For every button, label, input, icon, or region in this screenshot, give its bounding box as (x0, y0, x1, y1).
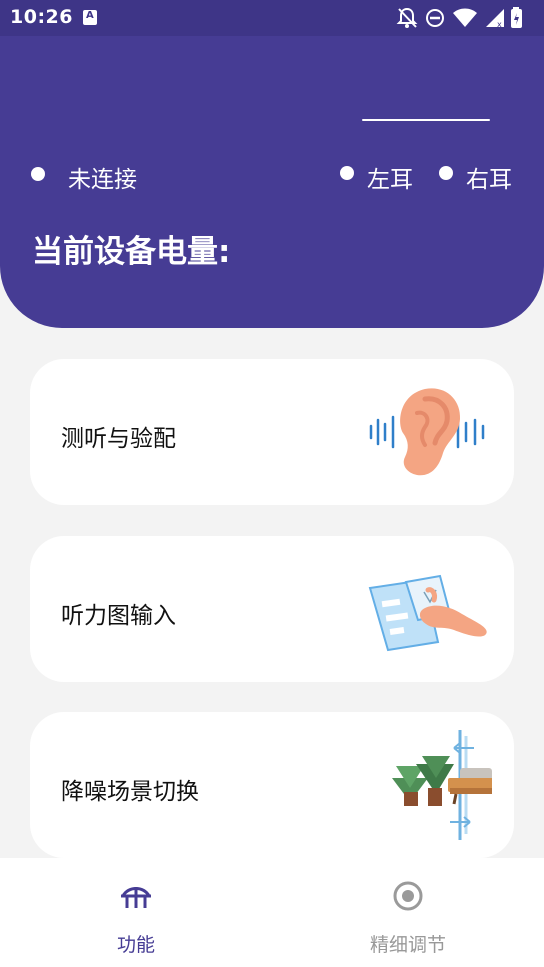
wifi-icon (453, 8, 477, 27)
left-ear-dot[interactable] (340, 166, 354, 180)
fine-tune-icon (393, 881, 423, 911)
nav-label-function: 功能 (116, 934, 155, 956)
audiogram-input-card[interactable]: 听力图输入 (30, 536, 514, 682)
right-ear-label[interactable]: 右耳 (466, 160, 512, 194)
header-divider (362, 119, 490, 121)
connection-status-dot (31, 167, 45, 181)
hearing-test-label: 测听与验配 (61, 426, 176, 452)
noise-scene-card[interactable]: 降噪场景切换 (30, 712, 514, 858)
left-ear-label[interactable]: 左耳 (367, 160, 413, 194)
noise-scene-label: 降噪场景切换 (61, 779, 199, 805)
device-header: 未连接 左耳 右耳 当前设备电量: (0, 36, 544, 328)
status-bar: 10:26 A x (0, 0, 544, 36)
battery-title: 当前设备电量: (32, 234, 231, 270)
do-not-disturb-icon (426, 9, 444, 27)
function-icon (121, 887, 151, 908)
ear-icon (369, 388, 485, 476)
nav-label-fine-tune: 精细调节 (369, 934, 446, 956)
bottom-navigation: 功能 精细调节 (0, 858, 544, 967)
a-notification-icon: A (83, 10, 97, 25)
connection-status-text: 未连接 (68, 167, 137, 193)
status-time: 10:26 (10, 6, 73, 28)
status-icons: x (396, 6, 536, 30)
right-ear-dot[interactable] (439, 166, 453, 180)
svg-text:x: x (497, 20, 502, 29)
hearing-test-card[interactable]: 测听与验配 (30, 359, 514, 505)
nav-item-fine-tune[interactable]: 精细调节 (272, 858, 544, 967)
battery-icon (511, 7, 522, 28)
hand-document-icon (368, 574, 487, 652)
nav-item-function[interactable]: 功能 (0, 858, 272, 967)
signal-icon: x (486, 9, 504, 29)
scene-switch-icon (392, 730, 492, 840)
mute-icon (396, 7, 418, 28)
audiogram-input-label: 听力图输入 (61, 603, 176, 629)
